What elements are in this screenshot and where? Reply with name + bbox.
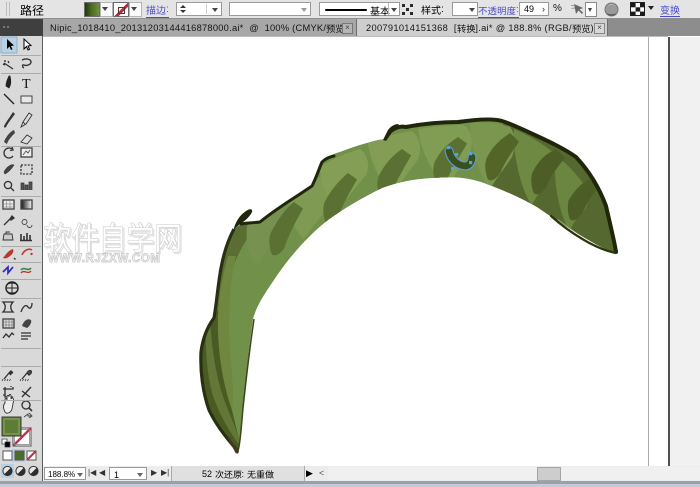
svg-text:T: T (22, 77, 31, 92)
